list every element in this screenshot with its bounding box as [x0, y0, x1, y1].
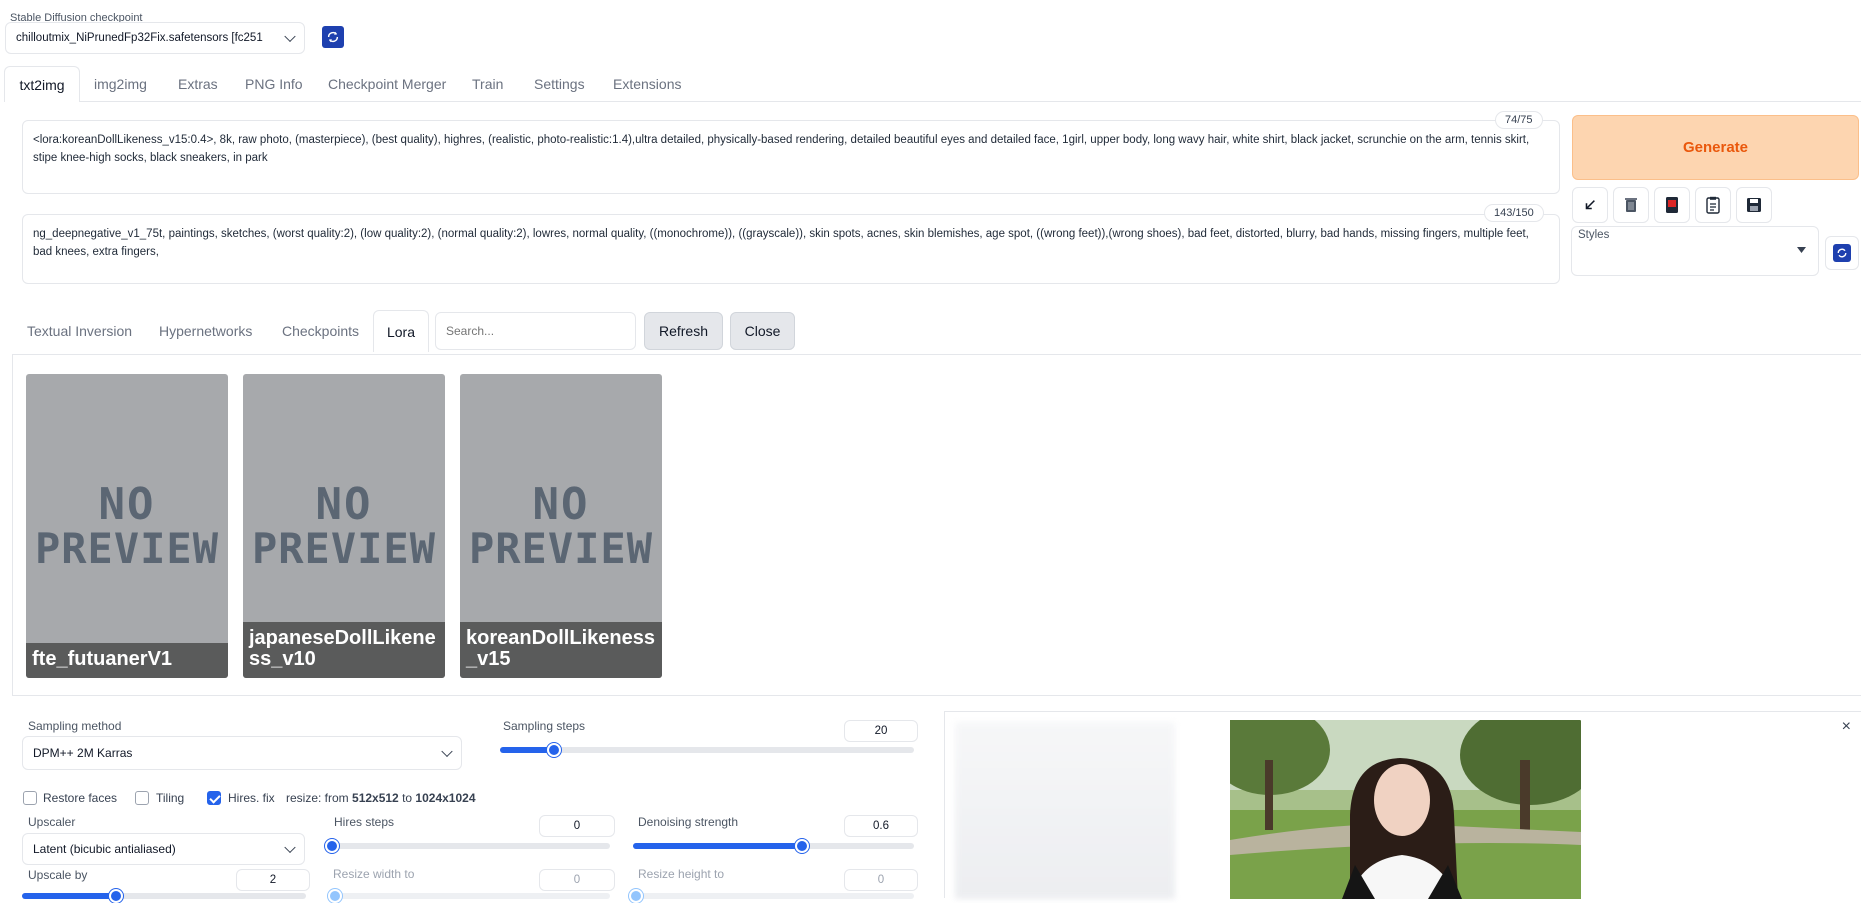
lora-card[interactable]: NO PREVIEW fte_futuanerV1 [26, 374, 228, 678]
refresh-button[interactable]: Refresh [644, 312, 723, 350]
tab-txt2img[interactable]: txt2img [4, 66, 80, 102]
clipboard-icon[interactable] [1695, 187, 1731, 223]
tiling-checkbox[interactable] [135, 791, 149, 805]
prompt-textarea[interactable]: <lora:koreanDollLikeness_v15:0.4>, 8k, r… [22, 120, 1560, 194]
no-preview-text: NO [532, 479, 590, 530]
lora-card-name: koreanDollLikeness_v15 [460, 622, 662, 678]
restore-faces-label: Restore faces [43, 791, 118, 805]
lora-card[interactable]: NO PREVIEW koreanDollLikeness_v15 [460, 374, 662, 678]
no-preview-text: NO [315, 479, 373, 530]
tab-checkpoints[interactable]: Checkpoints [268, 310, 373, 352]
slider-handle[interactable] [328, 889, 342, 903]
styles-label: Styles [1578, 229, 1610, 241]
resize-height-slider[interactable] [629, 889, 914, 903]
resize-height-label: Resize height to [638, 867, 725, 881]
tab-settings[interactable]: Settings [520, 66, 599, 102]
arrow-icon[interactable] [1572, 187, 1608, 223]
tab-hypernetworks[interactable]: Hypernetworks [145, 310, 266, 352]
tab-img2img[interactable]: img2img [80, 66, 161, 102]
lora-card-name: fte_futuanerV1 [26, 643, 228, 678]
resize-info: resize: from 512x512 to 1024x1024 [286, 791, 476, 805]
upscaler-value: Latent (bicubic antialiased) [33, 842, 176, 856]
tab-png-info[interactable]: PNG Info [231, 66, 317, 102]
denoising-strength-label: Denoising strength [638, 815, 739, 829]
checkpoint-dropdown[interactable]: chilloutmix_NiPrunedFp32Fix.safetensors … [5, 22, 305, 54]
chevron-down-icon [284, 30, 296, 43]
close-icon[interactable]: × [1842, 718, 1851, 736]
tab-train[interactable]: Train [458, 66, 517, 102]
generate-button[interactable]: Generate [1572, 115, 1859, 180]
output-gallery: × [944, 711, 1861, 899]
tiling-label: Tiling [156, 791, 185, 805]
resize-to: 1024x1024 [415, 791, 476, 805]
save-icon[interactable] [1736, 187, 1772, 223]
no-preview-text: PREVIEW [468, 524, 653, 573]
resize-height-input[interactable]: 0 [844, 869, 918, 891]
checkpoint-value: chilloutmix_NiPrunedFp32Fix.safetensors … [16, 32, 263, 44]
refresh-styles-button[interactable] [1825, 236, 1859, 270]
hires-fix-label: Hires. fix [228, 791, 275, 805]
hires-steps-slider[interactable] [325, 839, 610, 853]
hires-fix-checkbox[interactable] [207, 791, 221, 805]
styles-dropdown[interactable]: Styles [1571, 226, 1819, 276]
tab-divider [80, 101, 1861, 102]
trash-icon[interactable] [1613, 187, 1649, 223]
card-icon[interactable] [1654, 187, 1690, 223]
caret-down-icon [1797, 247, 1806, 253]
tab-extensions[interactable]: Extensions [599, 66, 695, 102]
slider-handle[interactable] [629, 889, 643, 903]
tab-lora[interactable]: Lora [373, 310, 429, 352]
upscaler-label: Upscaler [28, 815, 76, 829]
negative-prompt-token-counter: 143/150 [1484, 204, 1544, 222]
lora-card[interactable]: NO PREVIEW japaneseDollLikeness_v10 [243, 374, 445, 678]
refresh-checkpoint-icon[interactable] [322, 26, 344, 48]
upscaler-dropdown[interactable]: Latent (bicubic antialiased) [22, 833, 305, 865]
upscale-by-slider[interactable] [22, 889, 306, 903]
slider-handle[interactable] [109, 889, 123, 903]
prompt-token-counter: 74/75 [1495, 111, 1543, 129]
slider-handle[interactable] [547, 743, 561, 757]
chevron-down-icon [284, 841, 296, 854]
resize-width-label: Resize width to [333, 867, 415, 881]
slider-handle[interactable] [325, 839, 339, 853]
refresh-icon [1833, 244, 1851, 262]
sampling-method-label: Sampling method [28, 719, 122, 733]
upscale-by-label: Upscale by [28, 868, 88, 882]
blurred-background-image [955, 722, 1175, 899]
negative-prompt-textarea[interactable]: ng_deepnegative_v1_75t, paintings, sketc… [22, 214, 1560, 284]
denoising-strength-slider[interactable] [633, 839, 914, 853]
slider-handle[interactable] [795, 839, 809, 853]
tab-extras[interactable]: Extras [164, 66, 232, 102]
sampling-steps-label: Sampling steps [503, 719, 586, 733]
close-button[interactable]: Close [730, 312, 795, 350]
hires-steps-input[interactable]: 0 [539, 815, 615, 837]
tab-checkpoint-merger[interactable]: Checkpoint Merger [314, 66, 460, 102]
no-preview-text: NO [98, 479, 156, 530]
chevron-down-icon [441, 745, 453, 758]
resize-from: 512x512 [352, 791, 399, 805]
resize-info-mid: to [398, 791, 416, 805]
no-preview-text: PREVIEW [251, 524, 436, 573]
network-search-input[interactable] [435, 312, 636, 350]
output-image[interactable] [1230, 720, 1581, 899]
lora-card-name: japaneseDollLikeness_v10 [243, 622, 445, 678]
tab-textual-inversion[interactable]: Textual Inversion [13, 310, 146, 352]
resize-width-input[interactable]: 0 [539, 869, 615, 891]
hires-steps-label: Hires steps [334, 815, 395, 829]
upscale-by-input[interactable]: 2 [236, 869, 310, 891]
no-preview-text: PREVIEW [34, 524, 219, 573]
sampling-method-dropdown[interactable]: DPM++ 2M Karras [22, 736, 462, 770]
sampling-steps-slider[interactable] [500, 743, 914, 757]
sampling-method-value: DPM++ 2M Karras [33, 746, 133, 760]
resize-width-slider[interactable] [328, 889, 610, 903]
denoising-strength-input[interactable]: 0.6 [844, 815, 918, 837]
restore-faces-checkbox[interactable] [23, 791, 37, 805]
sampling-steps-input[interactable]: 20 [844, 720, 918, 742]
resize-info-prefix: resize: from [286, 791, 353, 805]
